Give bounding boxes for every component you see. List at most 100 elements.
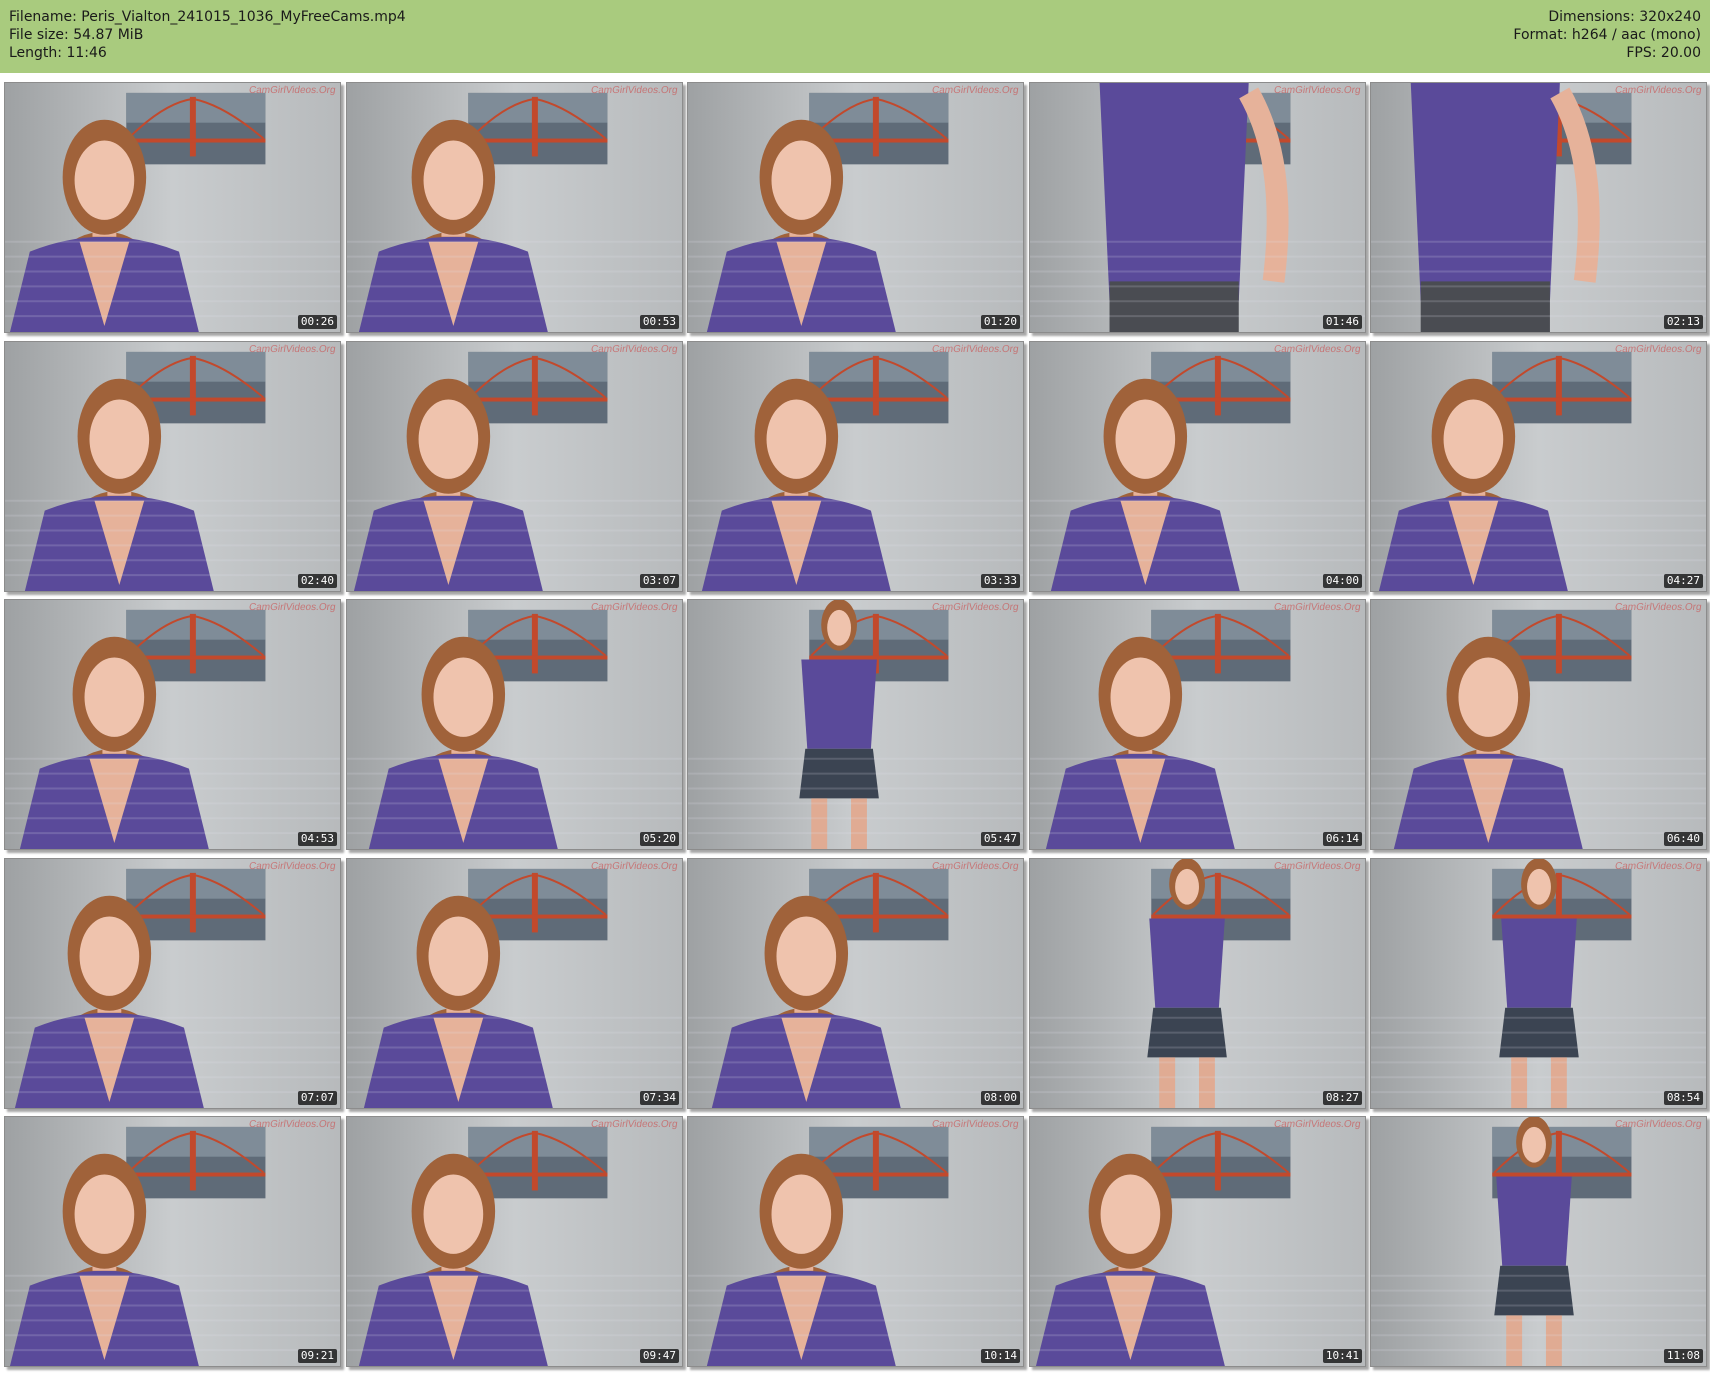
thumbnail-frame-image bbox=[1371, 342, 1706, 591]
timestamp: 01:20 bbox=[980, 315, 1020, 329]
thumbnail-frame-image bbox=[5, 83, 340, 332]
thumbnail: CamGirlVideos.Org 07:07 bbox=[4, 858, 341, 1109]
timestamp: 10:14 bbox=[980, 1349, 1020, 1363]
thumbnail: CamGirlVideos.Org 01:46 bbox=[1029, 82, 1366, 333]
timestamp: 04:53 bbox=[297, 832, 337, 846]
thumbnail-frame-image bbox=[347, 1117, 682, 1366]
thumbnail: CamGirlVideos.Org 08:54 bbox=[1370, 858, 1707, 1109]
timestamp: 07:07 bbox=[297, 1091, 337, 1105]
timestamp: 05:47 bbox=[980, 832, 1020, 846]
watermark: CamGirlVideos.Org bbox=[248, 85, 337, 96]
thumbnail-frame-image bbox=[347, 83, 682, 332]
thumbnail-frame-image bbox=[5, 859, 340, 1108]
watermark: CamGirlVideos.Org bbox=[248, 602, 337, 613]
timestamp: 08:27 bbox=[1322, 1091, 1362, 1105]
watermark: CamGirlVideos.Org bbox=[931, 861, 1020, 872]
thumbnail: CamGirlVideos.Org 07:34 bbox=[346, 858, 683, 1109]
length-line: Length: 11:46 bbox=[9, 45, 107, 61]
thumbnail-frame-image bbox=[688, 600, 1023, 849]
watermark: CamGirlVideos.Org bbox=[248, 861, 337, 872]
thumbnail: CamGirlVideos.Org 11:08 bbox=[1370, 1116, 1707, 1367]
watermark: CamGirlVideos.Org bbox=[931, 602, 1020, 613]
thumbnail-frame-image bbox=[1371, 83, 1706, 332]
timestamp: 09:21 bbox=[297, 1349, 337, 1363]
thumbnail-frame-image bbox=[5, 1117, 340, 1366]
timestamp: 06:14 bbox=[1322, 832, 1362, 846]
timestamp: 01:46 bbox=[1322, 315, 1362, 329]
thumbnail-frame-image bbox=[1030, 1117, 1365, 1366]
timestamp: 00:53 bbox=[639, 315, 679, 329]
thumbnail-frame-image bbox=[1030, 859, 1365, 1108]
info-right: Dimensions: 320x240 Format: h264 / aac (… bbox=[1513, 8, 1701, 62]
thumbnail: CamGirlVideos.Org 02:40 bbox=[4, 341, 341, 592]
watermark: CamGirlVideos.Org bbox=[931, 1119, 1020, 1130]
thumbnail: CamGirlVideos.Org 04:00 bbox=[1029, 341, 1366, 592]
thumbnail: CamGirlVideos.Org 09:47 bbox=[346, 1116, 683, 1367]
timestamp: 04:27 bbox=[1663, 574, 1703, 588]
thumbnail-frame-image bbox=[347, 342, 682, 591]
watermark: CamGirlVideos.Org bbox=[1614, 1119, 1703, 1130]
watermark: CamGirlVideos.Org bbox=[590, 1119, 679, 1130]
thumbnail: CamGirlVideos.Org 03:07 bbox=[346, 341, 683, 592]
thumbnail-frame-image bbox=[5, 600, 340, 849]
format-line: Format: h264 / aac (mono) bbox=[1513, 27, 1701, 43]
watermark: CamGirlVideos.Org bbox=[1273, 861, 1362, 872]
watermark: CamGirlVideos.Org bbox=[590, 344, 679, 355]
thumbnail: CamGirlVideos.Org 08:27 bbox=[1029, 858, 1366, 1109]
thumbnail: CamGirlVideos.Org 01:20 bbox=[687, 82, 1024, 333]
timestamp: 07:34 bbox=[639, 1091, 679, 1105]
watermark: CamGirlVideos.Org bbox=[1614, 602, 1703, 613]
info-header: Filename: Peris_Vialton_241015_1036_MyFr… bbox=[0, 0, 1710, 73]
timestamp: 02:13 bbox=[1663, 315, 1703, 329]
timestamp: 06:40 bbox=[1663, 832, 1703, 846]
thumbnail: CamGirlVideos.Org 09:21 bbox=[4, 1116, 341, 1367]
thumbnail-frame-image bbox=[1371, 859, 1706, 1108]
thumbnail: CamGirlVideos.Org 05:47 bbox=[687, 599, 1024, 850]
timestamp: 03:33 bbox=[980, 574, 1020, 588]
info-left: Filename: Peris_Vialton_241015_1036_MyFr… bbox=[9, 8, 406, 62]
watermark: CamGirlVideos.Org bbox=[248, 344, 337, 355]
thumbnail: CamGirlVideos.Org 06:40 bbox=[1370, 599, 1707, 850]
watermark: CamGirlVideos.Org bbox=[1273, 602, 1362, 613]
thumbnail-frame-image bbox=[5, 342, 340, 591]
timestamp: 02:40 bbox=[297, 574, 337, 588]
watermark: CamGirlVideos.Org bbox=[1614, 344, 1703, 355]
timestamp: 04:00 bbox=[1322, 574, 1362, 588]
filename-line: Filename: Peris_Vialton_241015_1036_MyFr… bbox=[9, 9, 406, 25]
watermark: CamGirlVideos.Org bbox=[1273, 85, 1362, 96]
thumbnail-frame-image bbox=[1030, 342, 1365, 591]
watermark: CamGirlVideos.Org bbox=[1273, 1119, 1362, 1130]
thumbnail: CamGirlVideos.Org 06:14 bbox=[1029, 599, 1366, 850]
thumbnail: CamGirlVideos.Org 03:33 bbox=[687, 341, 1024, 592]
thumbnail: CamGirlVideos.Org 05:20 bbox=[346, 599, 683, 850]
thumbnail: CamGirlVideos.Org 10:14 bbox=[687, 1116, 1024, 1367]
thumbnail: CamGirlVideos.Org 08:00 bbox=[687, 858, 1024, 1109]
thumbnail-frame-image bbox=[688, 342, 1023, 591]
timestamp: 11:08 bbox=[1663, 1349, 1703, 1363]
watermark: CamGirlVideos.Org bbox=[931, 344, 1020, 355]
dimensions-line: Dimensions: 320x240 bbox=[1548, 9, 1701, 25]
watermark: CamGirlVideos.Org bbox=[1614, 861, 1703, 872]
thumbnail-frame-image bbox=[688, 83, 1023, 332]
thumbnail-frame-image bbox=[347, 600, 682, 849]
timestamp: 03:07 bbox=[639, 574, 679, 588]
watermark: CamGirlVideos.Org bbox=[590, 85, 679, 96]
thumbnail-frame-image bbox=[688, 1117, 1023, 1366]
thumbnail-frame-image bbox=[1030, 600, 1365, 849]
watermark: CamGirlVideos.Org bbox=[590, 861, 679, 872]
filesize-line: File size: 54.87 MiB bbox=[9, 27, 144, 43]
timestamp: 09:47 bbox=[639, 1349, 679, 1363]
thumbnail-frame-image bbox=[347, 859, 682, 1108]
thumbnail-frame-image bbox=[1371, 1117, 1706, 1366]
thumbnail: CamGirlVideos.Org 04:27 bbox=[1370, 341, 1707, 592]
thumbnail: CamGirlVideos.Org 02:13 bbox=[1370, 82, 1707, 333]
thumbnail: CamGirlVideos.Org 04:53 bbox=[4, 599, 341, 850]
timestamp: 00:26 bbox=[297, 315, 337, 329]
timestamp: 08:00 bbox=[980, 1091, 1020, 1105]
watermark: CamGirlVideos.Org bbox=[590, 602, 679, 613]
timestamp: 10:41 bbox=[1322, 1349, 1362, 1363]
thumbnail: CamGirlVideos.Org 10:41 bbox=[1029, 1116, 1366, 1367]
watermark: CamGirlVideos.Org bbox=[931, 85, 1020, 96]
watermark: CamGirlVideos.Org bbox=[1273, 344, 1362, 355]
fps-line: FPS: 20.00 bbox=[1626, 45, 1701, 61]
